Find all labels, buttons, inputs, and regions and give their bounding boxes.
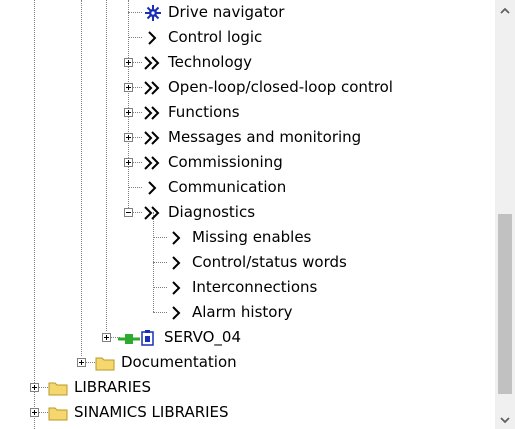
expand-toggle[interactable] bbox=[124, 133, 133, 142]
double-chevron-icon bbox=[143, 56, 161, 70]
chevron-right-icon bbox=[146, 181, 158, 195]
tree-item-control-logic[interactable]: Control logic bbox=[0, 25, 495, 50]
tree-item-open-closed-loop-control[interactable]: Open-loop/closed-loop control bbox=[0, 75, 495, 100]
tree-item-label: Commissioning bbox=[168, 153, 283, 171]
tree-item-messages-monitoring[interactable]: Messages and monitoring bbox=[0, 125, 495, 150]
double-chevron-icon bbox=[143, 81, 161, 95]
scroll-down-button[interactable] bbox=[495, 409, 515, 429]
double-chevron-icon bbox=[143, 131, 161, 145]
tree-item-functions[interactable]: Functions bbox=[0, 100, 495, 125]
expand-toggle[interactable] bbox=[124, 58, 133, 67]
tree-item-sinamics-libraries[interactable]: SINAMICS LIBRARIES bbox=[0, 400, 495, 425]
chevron-right-icon bbox=[170, 231, 182, 245]
expand-toggle[interactable] bbox=[30, 408, 39, 417]
tree-item-label: Interconnections bbox=[192, 278, 318, 296]
expand-toggle[interactable] bbox=[30, 383, 39, 392]
tree-item-label: Diagnostics bbox=[168, 203, 256, 221]
tree-item-communication[interactable]: Communication bbox=[0, 175, 495, 200]
double-chevron-icon bbox=[143, 206, 161, 220]
scroll-down-arrow-icon bbox=[500, 410, 510, 428]
tree-item-label: SERVO_04 bbox=[164, 328, 241, 346]
tree-item-drive-navigator[interactable]: Drive navigator bbox=[0, 0, 495, 25]
drive-navigator-icon bbox=[144, 4, 162, 22]
tree-item-label: Drive navigator bbox=[168, 3, 285, 21]
tree-item-label: Control/status words bbox=[192, 253, 347, 271]
expand-toggle[interactable] bbox=[77, 358, 86, 367]
tree-item-label: Documentation bbox=[121, 353, 237, 371]
tree-item-label: Missing enables bbox=[192, 228, 312, 246]
tree-item-technology[interactable]: Technology bbox=[0, 50, 495, 75]
collapse-toggle[interactable] bbox=[124, 208, 133, 217]
project-tree: Drive navigator Control logic Technology… bbox=[0, 0, 495, 429]
tree-item-documentation[interactable]: Documentation bbox=[0, 350, 495, 375]
tree-item-libraries[interactable]: LIBRARIES bbox=[0, 375, 495, 400]
vertical-scrollbar[interactable] bbox=[495, 0, 515, 429]
tree-item-label: Messages and monitoring bbox=[168, 128, 362, 146]
scroll-up-arrow-icon bbox=[500, 1, 510, 19]
tree-item-label: LIBRARIES bbox=[74, 378, 151, 396]
tree-item-label: Control logic bbox=[168, 28, 263, 46]
folder-icon bbox=[95, 355, 115, 371]
expand-toggle[interactable] bbox=[124, 158, 133, 167]
chevron-right-icon bbox=[170, 306, 182, 320]
tree-item-commissioning[interactable]: Commissioning bbox=[0, 150, 495, 175]
tree-item-label: Functions bbox=[168, 103, 240, 121]
tree-item-alarm-history[interactable]: Alarm history bbox=[0, 300, 495, 325]
chevron-right-icon bbox=[146, 31, 158, 45]
tree-item-label: Technology bbox=[168, 53, 253, 71]
tree-item-label: Alarm history bbox=[192, 303, 293, 321]
expand-toggle[interactable] bbox=[124, 83, 133, 92]
tree-item-label: Communication bbox=[168, 178, 287, 196]
tree-item-control-status-words[interactable]: Control/status words bbox=[0, 250, 495, 275]
chevron-right-icon bbox=[170, 281, 182, 295]
folder-icon bbox=[48, 380, 68, 396]
expand-toggle[interactable] bbox=[102, 333, 111, 342]
tree-item-interconnections[interactable]: Interconnections bbox=[0, 275, 495, 300]
scroll-up-button[interactable] bbox=[495, 0, 515, 20]
folder-icon bbox=[48, 405, 68, 421]
expand-toggle[interactable] bbox=[124, 108, 133, 117]
scrollbar-thumb[interactable] bbox=[498, 214, 512, 394]
tree-item-label: Open-loop/closed-loop control bbox=[168, 78, 393, 96]
tree-item-servo-04[interactable]: SERVO_04 bbox=[0, 325, 495, 350]
chevron-right-icon bbox=[170, 256, 182, 270]
servo-drive-icon bbox=[118, 329, 156, 347]
tree-item-label: SINAMICS LIBRARIES bbox=[74, 403, 229, 421]
double-chevron-icon bbox=[143, 106, 161, 120]
tree-item-diagnostics[interactable]: Diagnostics bbox=[0, 200, 495, 225]
double-chevron-icon bbox=[143, 156, 161, 170]
tree-item-missing-enables[interactable]: Missing enables bbox=[0, 225, 495, 250]
